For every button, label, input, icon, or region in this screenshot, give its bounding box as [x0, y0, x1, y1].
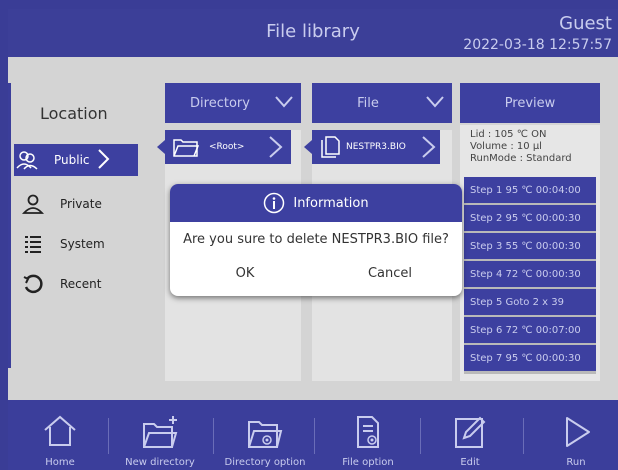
preview-panel: Lid : 105 ℃ ON Volume : 10 µl RunMode : …: [460, 125, 600, 381]
information-dialog: Information Are you sure to delete NESTP…: [170, 184, 462, 296]
preview-header-label: Preview: [504, 95, 556, 111]
toolbar-divider: [314, 418, 315, 454]
ok-button[interactable]: OK: [210, 266, 280, 281]
cancel-button[interactable]: Cancel: [350, 266, 430, 281]
new-folder-icon: [143, 416, 178, 448]
dialog-title: Information: [293, 195, 369, 211]
new-directory-button[interactable]: New directory: [120, 400, 200, 470]
app-header: File library Guest 2022-03-18 12:57:57: [8, 9, 618, 57]
preview-info: Lid : 105 ℃ ON Volume : 10 µl RunMode : …: [470, 129, 572, 165]
location-panel-edge: [8, 83, 11, 368]
location-item-label: Recent: [60, 277, 102, 291]
edit-label: Edit: [460, 457, 480, 468]
chevron-down-icon: [426, 95, 444, 113]
directory-option-button[interactable]: Directory option: [220, 400, 310, 470]
preview-step: Step 1 95 ℃ 00:04:00: [464, 177, 596, 203]
directory-path-button[interactable]: <Root>: [165, 130, 291, 164]
toolbar-divider: [108, 418, 109, 454]
file-dropdown[interactable]: File: [312, 83, 452, 123]
run-label: Run: [566, 457, 586, 468]
play-icon: [566, 417, 590, 447]
folder-icon: [173, 137, 199, 157]
step-divider: [464, 371, 596, 374]
preview-step: Step 6 72 ℃ 00:07:00: [464, 317, 596, 343]
bottom-toolbar: Home New directory Directory option File…: [8, 400, 618, 470]
preview-volume: Volume : 10 µl: [470, 141, 542, 152]
preview-lid: Lid : 105 ℃ ON: [470, 129, 547, 140]
preview-step: Step 4 72 ℃ 00:00:30: [464, 261, 596, 287]
file-option-label: File option: [342, 457, 394, 468]
toolbar-divider: [420, 418, 421, 454]
location-item-public[interactable]: Public: [14, 144, 138, 176]
new-directory-label: New directory: [125, 457, 195, 468]
file-selected-name: NESTPR3.BIO: [346, 142, 406, 152]
users-icon: [14, 149, 40, 171]
location-item-recent[interactable]: Recent: [20, 268, 101, 300]
run-button[interactable]: Run: [546, 400, 606, 470]
dialog-header: Information: [170, 184, 462, 222]
file-selected-button[interactable]: NESTPR3.BIO: [312, 130, 440, 164]
file-dropdown-label: File: [357, 95, 379, 111]
history-icon: [20, 273, 46, 295]
info-icon: [263, 192, 285, 214]
directory-dropdown[interactable]: Directory: [165, 83, 301, 123]
file-back-arrow[interactable]: [304, 140, 312, 154]
toolbar-divider: [213, 418, 214, 454]
datetime: 2022-03-18 12:57:57: [463, 37, 612, 53]
location-item-label: Private: [60, 197, 102, 211]
file-icon: [318, 135, 342, 159]
left-frame: [0, 0, 8, 470]
dialog-message: Are you sure to delete NESTPR3.BIO file?: [183, 232, 449, 247]
location-item-label: Public: [54, 153, 90, 167]
edit-button[interactable]: Edit: [440, 400, 500, 470]
chevron-right-icon: [267, 136, 285, 161]
edit-icon: [455, 416, 486, 448]
user-icon: [20, 193, 46, 215]
file-option-button[interactable]: File option: [328, 400, 408, 470]
preview-header: Preview: [460, 83, 600, 123]
location-item-system[interactable]: System: [20, 228, 105, 260]
path-back-arrow[interactable]: [157, 140, 165, 154]
preview-step: Step 7 95 ℃ 00:00:30: [464, 345, 596, 371]
directory-path: <Root>: [209, 142, 245, 152]
home-button[interactable]: Home: [30, 400, 90, 470]
toolbar-divider: [523, 418, 524, 454]
chevron-down-icon: [275, 95, 293, 113]
directory-dropdown-label: Directory: [190, 95, 250, 111]
list-icon: [20, 233, 46, 255]
chevron-right-icon: [420, 136, 438, 161]
folder-settings-icon: [248, 421, 283, 448]
preview-step: Step 2 95 ℃ 00:00:30: [464, 205, 596, 231]
directory-option-label: Directory option: [224, 457, 306, 468]
home-label: Home: [45, 457, 75, 468]
preview-step: Step 3 55 ℃ 00:00:30: [464, 233, 596, 259]
user-name[interactable]: Guest: [559, 13, 612, 34]
location-item-label: System: [60, 237, 105, 251]
preview-step: Step 5 Goto 2 x 39: [464, 289, 596, 315]
preview-runmode: RunMode : Standard: [470, 153, 572, 164]
chevron-right-icon: [96, 148, 110, 173]
home-icon: [44, 415, 76, 446]
file-settings-icon: [357, 416, 379, 448]
location-item-private[interactable]: Private: [20, 188, 102, 220]
location-title: Location: [40, 104, 108, 123]
